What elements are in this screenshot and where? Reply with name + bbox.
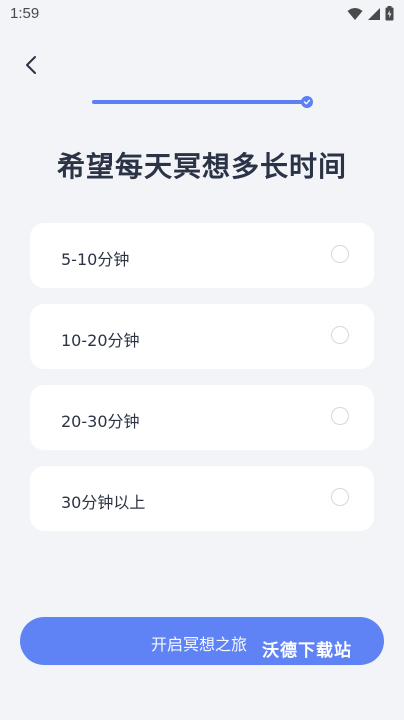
status-bar: 1:59 [0, 0, 404, 28]
watermark-text: 沃德下载站 [262, 641, 352, 661]
radio-button[interactable] [331, 488, 349, 506]
start-button-label: 开启冥想之旅 [151, 635, 248, 654]
option-5-10-minutes[interactable]: 5-10分钟 [30, 223, 374, 288]
radio-button[interactable] [331, 407, 349, 425]
option-10-20-minutes[interactable]: 10-20分钟 [30, 304, 374, 369]
option-label: 5-10分钟 [61, 250, 130, 269]
cellular-signal-icon [368, 7, 380, 20]
duration-options: 5-10分钟 10-20分钟 20-30分钟 30分钟以上 [30, 223, 374, 547]
option-label: 30分钟以上 [61, 493, 146, 512]
option-label: 20-30分钟 [61, 412, 140, 431]
chevron-left-icon [26, 56, 36, 74]
start-meditation-button[interactable]: 开启冥想之旅 沃德下载站 [20, 617, 384, 665]
page-title: 希望每天冥想多长时间 [56, 150, 347, 183]
option-20-30-minutes[interactable]: 20-30分钟 [30, 385, 374, 450]
progress-fill [92, 100, 308, 104]
option-label: 10-20分钟 [61, 331, 140, 350]
wifi-icon [347, 7, 363, 20]
battery-icon [385, 6, 394, 21]
option-30-plus-minutes[interactable]: 30分钟以上 [30, 466, 374, 531]
progress-bar [92, 100, 308, 104]
status-time: 1:59 [10, 5, 40, 22]
progress-check-icon [301, 96, 313, 108]
status-icons [347, 6, 394, 21]
radio-button[interactable] [331, 326, 349, 344]
back-button[interactable] [18, 52, 46, 80]
radio-button[interactable] [331, 245, 349, 263]
